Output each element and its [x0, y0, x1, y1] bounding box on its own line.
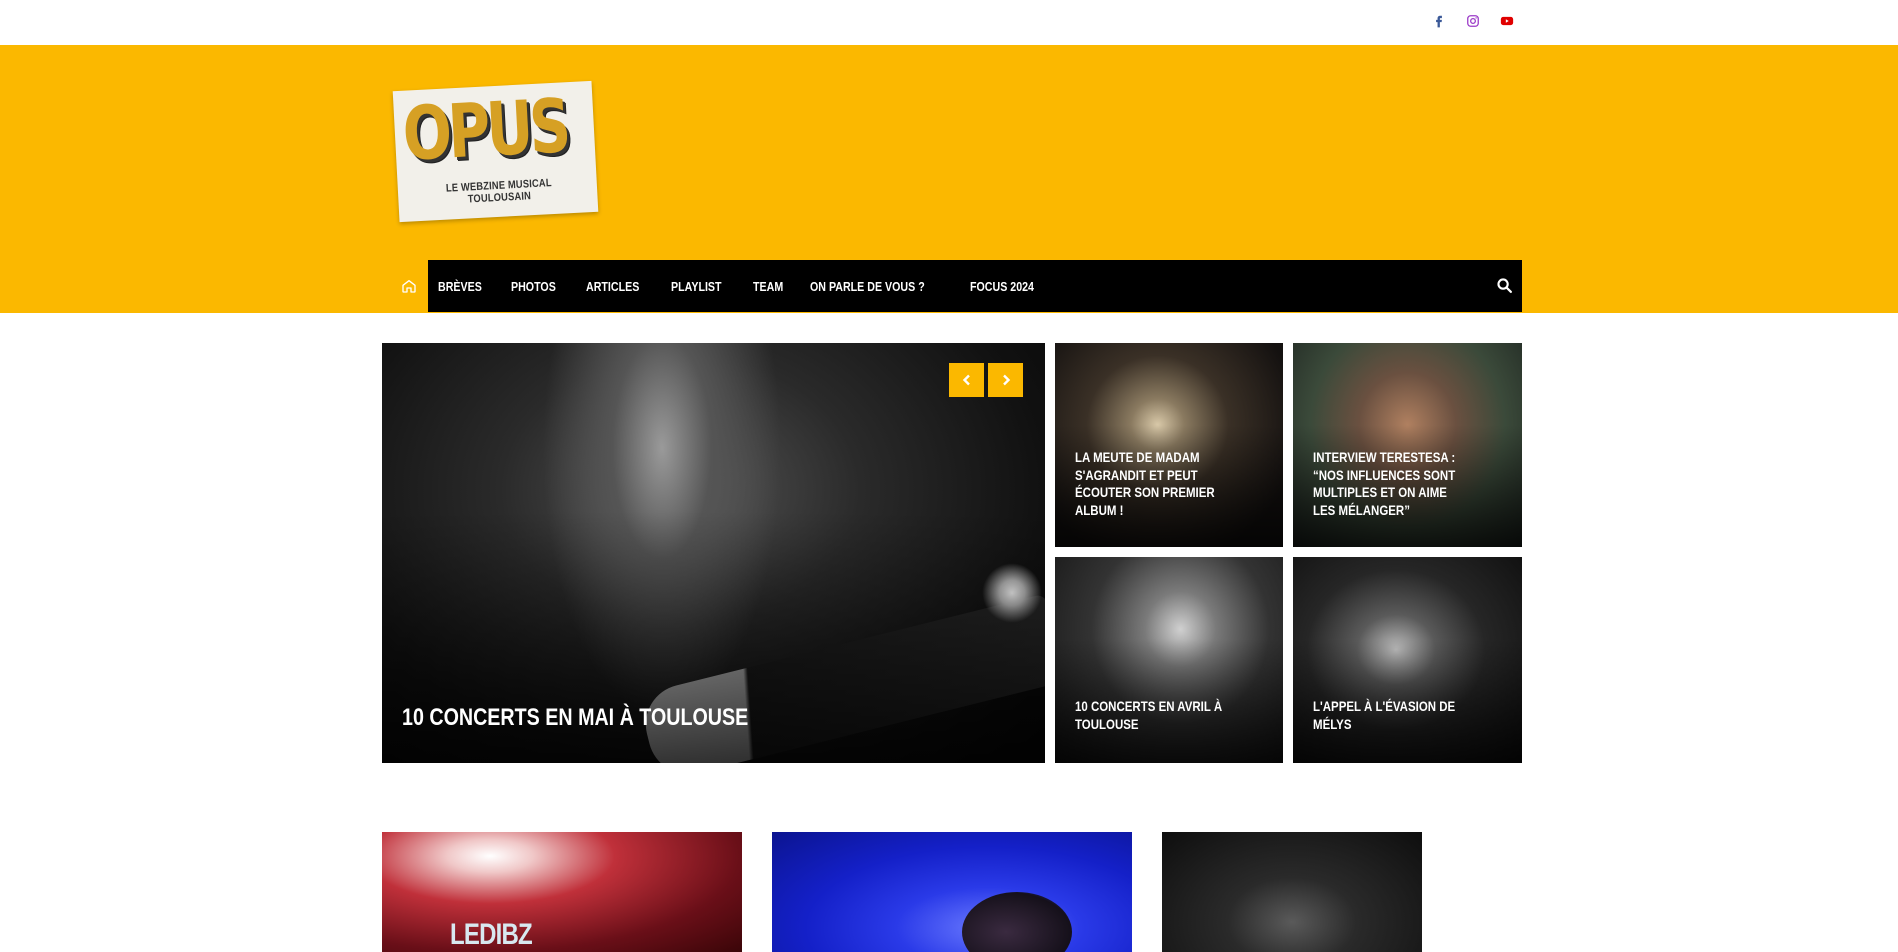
youtube-icon[interactable] — [1497, 11, 1517, 31]
instagram-icon[interactable] — [1463, 11, 1483, 31]
slider-prev-button[interactable] — [949, 363, 984, 397]
featured-main-title: 10 concerts en mai à Toulouse — [402, 704, 749, 731]
featured-post-a-title: La Meute de Madam s'agrandit et peut éco… — [1075, 449, 1215, 518]
nav-item-articles[interactable]: Articles — [586, 279, 648, 294]
featured-post-b-title: Interview Terestesa : “Nos influences so… — [1313, 449, 1456, 518]
featured-post-d[interactable]: L'appel à l'évasion de Mélys — [1293, 557, 1522, 763]
post-image — [962, 892, 1072, 952]
nav-item-breves[interactable]: Brèves — [438, 279, 490, 294]
featured-post-d-title: L'appel à l'évasion de Mélys — [1313, 698, 1456, 732]
featured-post-c-title: 10 concerts en avril à Toulouse — [1075, 698, 1223, 732]
logo-tagline: LE WEBZINE MUSICAL TOULOUSAIN — [445, 177, 552, 206]
nav-item-focus-2024[interactable]: Focus 2024 — [970, 279, 1042, 294]
featured-post-a[interactable]: La Meute de Madam s'agrandit et peut éco… — [1055, 343, 1283, 547]
featured-post-c[interactable]: 10 concerts en avril à Toulouse — [1055, 557, 1283, 763]
nav-item-on-parle-de-vous[interactable]: On parle de vous ? — [810, 279, 933, 294]
article-card[interactable] — [772, 832, 1132, 952]
card-image-text: LEDIBZ — [450, 918, 533, 951]
chevron-left-icon — [962, 374, 970, 386]
top-bar — [0, 0, 1898, 45]
article-card[interactable] — [1162, 832, 1422, 952]
facebook-icon[interactable] — [1429, 11, 1449, 31]
site-logo[interactable]: OPUS LE WEBZINE MUSICAL TOULOUSAIN — [392, 80, 599, 223]
nav-item-photos[interactable]: Photos — [511, 279, 564, 294]
nav-item-team[interactable]: Team — [753, 279, 791, 294]
logo-wordmark: OPUS — [400, 83, 570, 178]
featured-main-post[interactable]: 10 concerts en mai à Toulouse — [382, 343, 1045, 763]
article-card[interactable]: LEDIBZ — [382, 832, 742, 952]
featured-post-b[interactable]: Interview Terestesa : “Nos influences so… — [1293, 343, 1522, 547]
nav-menu: Brèves Photos Articles Playlist Team On … — [438, 260, 1068, 312]
search-icon[interactable] — [1494, 275, 1514, 295]
home-icon[interactable] — [390, 260, 428, 312]
chevron-right-icon — [1002, 374, 1010, 386]
nav-item-playlist[interactable]: Playlist — [671, 279, 730, 294]
slider-next-button[interactable] — [988, 363, 1023, 397]
